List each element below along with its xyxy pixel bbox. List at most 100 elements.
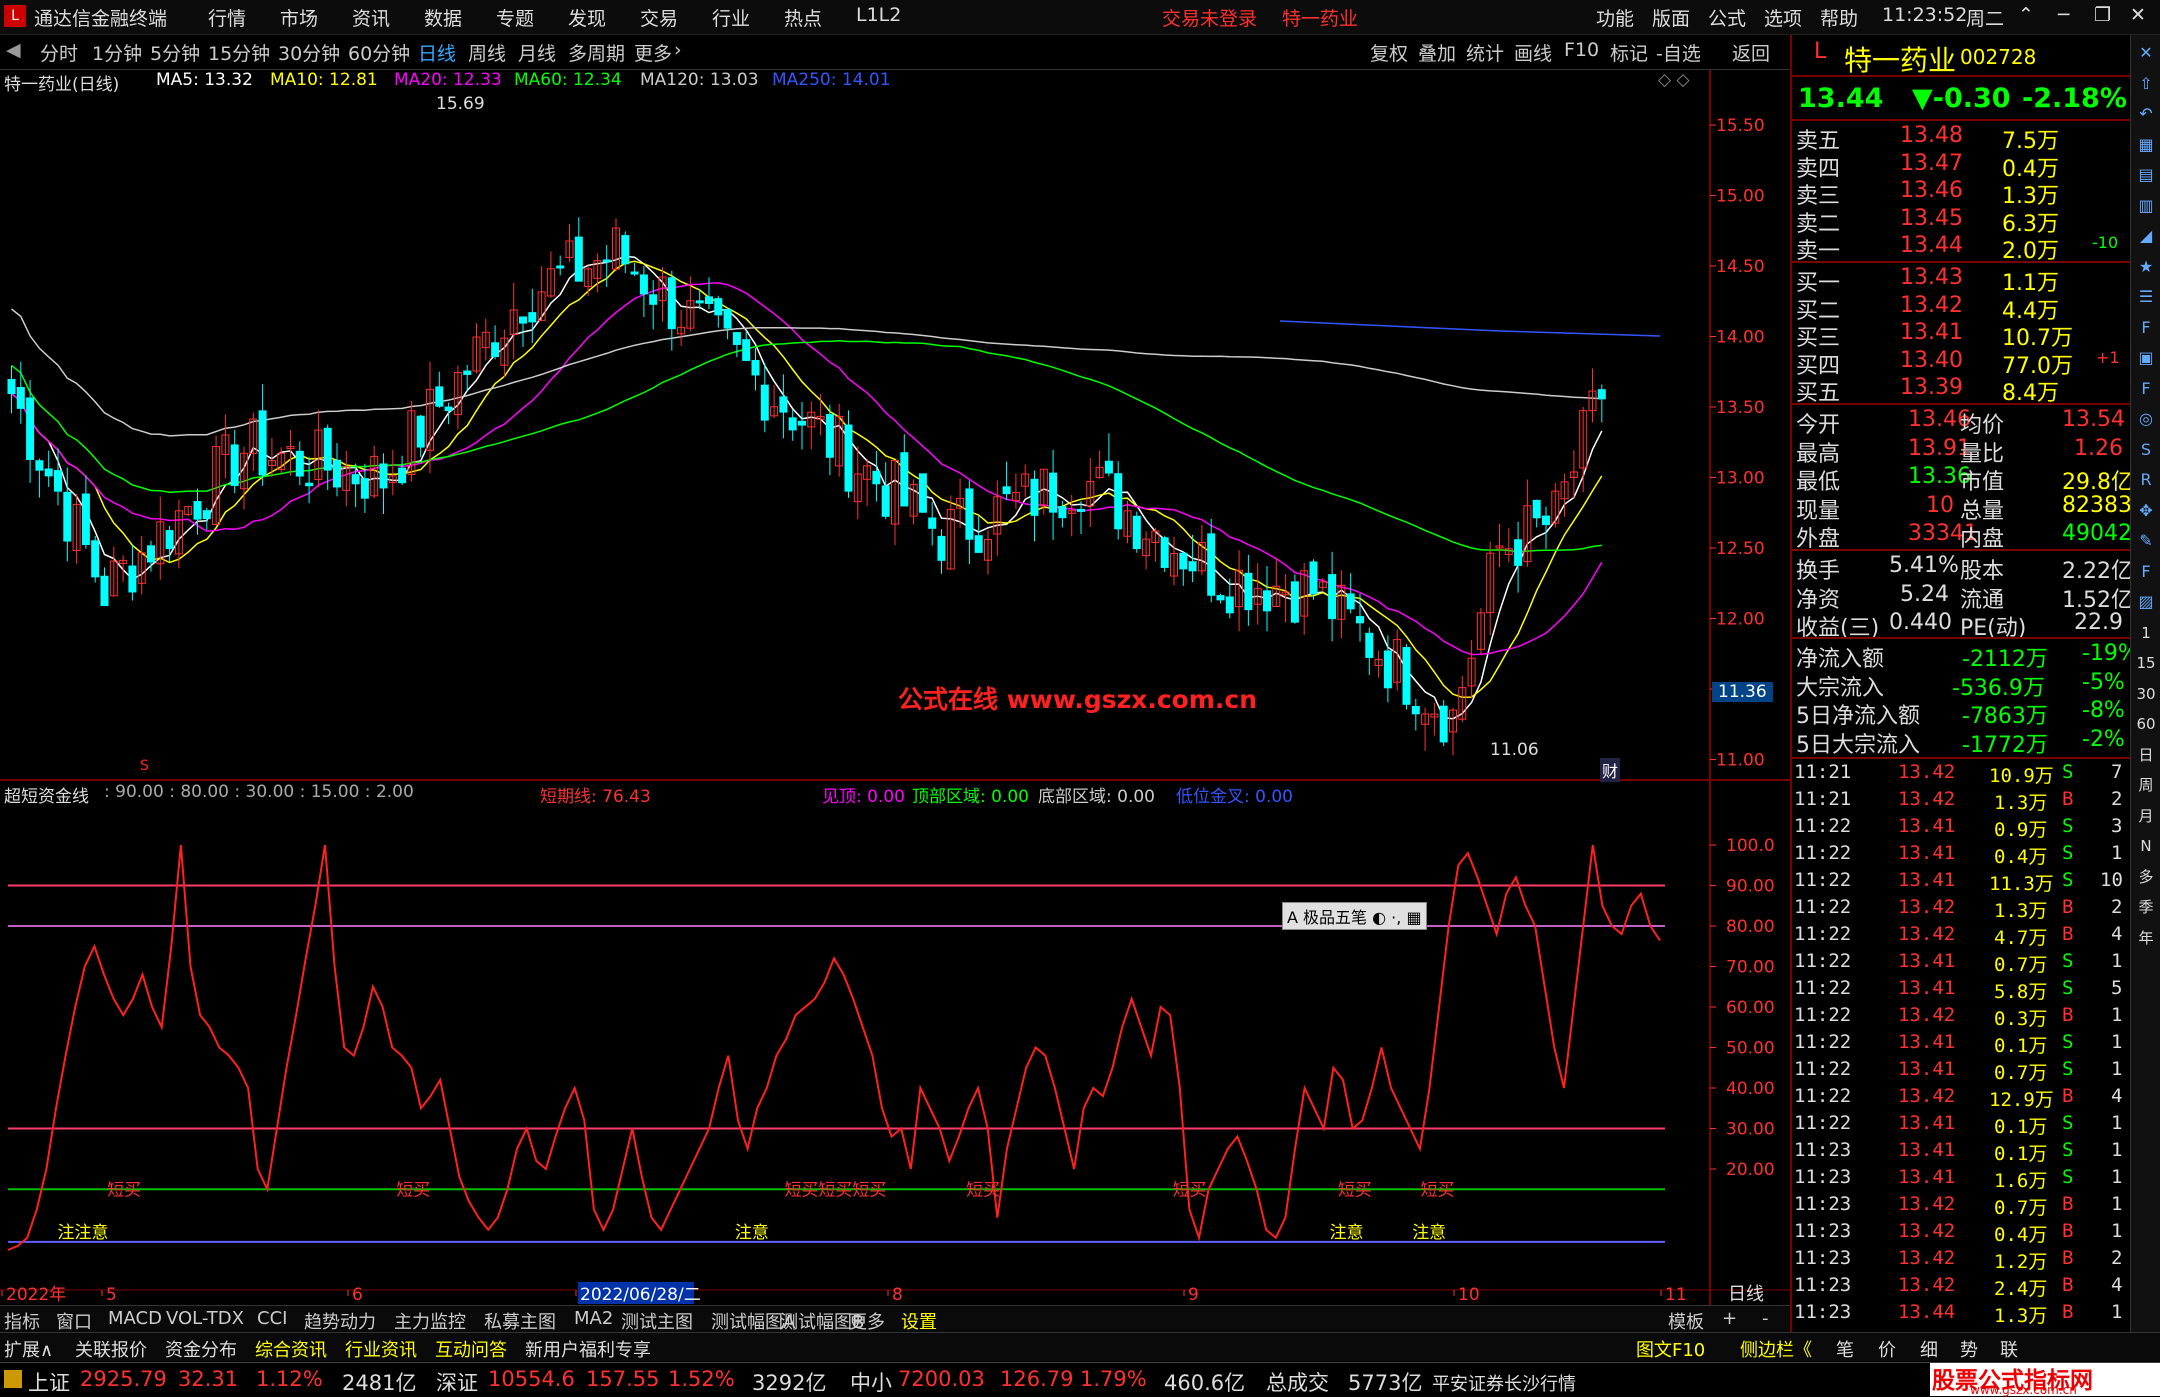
template-button[interactable]: +: [1722, 1308, 1737, 1329]
extension-tab[interactable]: 综合资讯: [255, 1336, 327, 1362]
period-more[interactable]: 更多: [634, 39, 672, 66]
menu-l1l2[interactable]: L1L2: [856, 4, 901, 26]
close-icon[interactable]: ✕: [2134, 41, 2158, 65]
ask-row[interactable]: 卖四 13.47 0.4万: [1792, 151, 2132, 182]
menu-hangqing[interactable]: 行情: [208, 4, 246, 31]
bid-row[interactable]: 买三 13.41 10.7万: [1792, 320, 2132, 351]
tick-row[interactable]: 11:22 13.41 11.3万 S 10: [1792, 869, 2132, 896]
up-arrow-icon[interactable]: ⇧: [2134, 72, 2158, 96]
day-m[interactable]: 月: [2134, 804, 2158, 828]
period-5min[interactable]: 5分钟: [150, 39, 200, 66]
side-tab[interactable]: 细: [1920, 1336, 1938, 1362]
tick-row[interactable]: 11:22 13.41 0.7万 S 1: [1792, 950, 2132, 977]
menu-gongneng[interactable]: 功能: [1596, 4, 1634, 31]
list-icon[interactable]: ☰: [2134, 285, 2158, 309]
tool-diejia[interactable]: 叠加: [1418, 39, 1456, 66]
ask-row[interactable]: 卖一 13.44 2.0万 -10: [1792, 233, 2132, 264]
bid-row[interactable]: 买二 13.42 4.4万: [1792, 293, 2132, 324]
pen-icon[interactable]: ✎: [2134, 529, 2158, 553]
menu-jiaoyi[interactable]: 交易: [640, 4, 678, 31]
side-tab[interactable]: 势: [1960, 1336, 1978, 1362]
kline-chart-area[interactable]: 15.50 15.00 14.50 14.00 13.50 13.00 12.50 12.00…: [0, 70, 1790, 1305]
extension-tab[interactable]: 资金分布: [165, 1336, 237, 1362]
chevron-right-icon[interactable]: ›: [674, 39, 682, 61]
tick-row[interactable]: 11:22 13.41 0.7万 S 1: [1792, 1058, 2132, 1085]
template-button[interactable]: 模板: [1668, 1308, 1704, 1334]
side-tab[interactable]: 图文F10: [1636, 1336, 1705, 1362]
period-weekly[interactable]: 周线: [468, 39, 506, 66]
back-icon[interactable]: ↶: [2134, 102, 2158, 126]
indicator-tab[interactable]: 测试主图: [621, 1308, 693, 1334]
extension-tab[interactable]: 行业资讯: [345, 1336, 417, 1362]
sh-name[interactable]: 上证: [28, 1367, 70, 1397]
indicator-name[interactable]: 超短资金线: [4, 782, 89, 807]
period-1min[interactable]: 1分钟: [92, 39, 142, 66]
day-60[interactable]: 60: [2134, 712, 2158, 736]
tool-biaoji[interactable]: 标记: [1610, 39, 1648, 66]
pin-icon[interactable]: ⌃: [2018, 4, 2034, 26]
cai-tag[interactable]: 财: [1600, 758, 1621, 782]
tool-zixuan[interactable]: -自选: [1656, 39, 1701, 66]
bid-row[interactable]: 买一 13.43 1.1万: [1792, 265, 2132, 296]
tick-row[interactable]: 11:23 13.42 1.2万 B 2: [1792, 1247, 2132, 1274]
chart2-icon[interactable]: ▨: [2134, 590, 2158, 614]
line-icon[interactable]: ◢: [2134, 224, 2158, 248]
side-tab[interactable]: 笔: [1836, 1336, 1854, 1362]
move-icon[interactable]: ✥: [2134, 499, 2158, 523]
side-tab[interactable]: 价: [1878, 1336, 1896, 1362]
bid-row[interactable]: 买四 13.40 77.0万 +1: [1792, 348, 2132, 379]
ime-toolbar[interactable]: A 极品五笔 ◐ ·, ▦: [1282, 902, 1427, 930]
s-icon[interactable]: S: [2134, 438, 2158, 462]
extension-tab[interactable]: 扩展∧: [4, 1336, 53, 1362]
period-30min[interactable]: 30分钟: [278, 39, 340, 66]
day-year[interactable]: 年: [2134, 926, 2158, 950]
tick-row[interactable]: 11:22 13.41 0.4万 S 1: [1792, 842, 2132, 869]
tick-row[interactable]: 11:22 13.41 5.8万 S 5: [1792, 977, 2132, 1004]
market-icon[interactable]: [4, 1370, 22, 1388]
menu-toggle-icon[interactable]: ◀: [6, 39, 21, 61]
tick-row[interactable]: 11:23 13.42 0.4万 B 1: [1792, 1220, 2132, 1247]
tick-row[interactable]: 11:23 13.41 1.6万 S 1: [1792, 1166, 2132, 1193]
f2-icon[interactable]: F: [2134, 377, 2158, 401]
tick-row[interactable]: 11:23 13.41 0.1万 S 1: [1792, 1139, 2132, 1166]
tick-row[interactable]: 11:21 13.42 1.3万 B 2: [1792, 788, 2132, 815]
rsi-icon[interactable]: R: [2134, 468, 2158, 492]
zx-name[interactable]: 中小: [850, 1367, 892, 1397]
tick-row[interactable]: 11:22 13.41 0.1万 S 1: [1792, 1031, 2132, 1058]
day-15[interactable]: 15: [2134, 651, 2158, 675]
period-fenshi[interactable]: 分时: [40, 39, 78, 66]
template-button[interactable]: -: [1762, 1308, 1769, 1329]
tick-row[interactable]: 11:22 13.42 12.9万 B 4: [1792, 1085, 2132, 1112]
period-60min[interactable]: 60分钟: [348, 39, 410, 66]
tick-row[interactable]: 11:22 13.41 0.9万 S 3: [1792, 815, 2132, 842]
indicator-tab[interactable]: 设置: [901, 1308, 937, 1334]
period-15min[interactable]: 15分钟: [208, 39, 270, 66]
tick-row[interactable]: 11:22 13.42 1.3万 B 2: [1792, 896, 2132, 923]
ask-row[interactable]: 卖二 13.45 6.3万: [1792, 206, 2132, 237]
day-1[interactable]: 1: [2134, 621, 2158, 645]
period-monthly[interactable]: 月线: [518, 39, 556, 66]
menu-banmian[interactable]: 版面: [1652, 4, 1690, 31]
bar-icon[interactable]: ▥: [2134, 194, 2158, 218]
tick-row[interactable]: 11:22 13.42 0.3万 B 1: [1792, 1004, 2132, 1031]
tool-fuquan[interactable]: 复权: [1370, 39, 1408, 66]
minimize-icon[interactable]: ─: [2058, 4, 2069, 26]
bid-row[interactable]: 买五 13.39 8.4万: [1792, 375, 2132, 406]
target-icon[interactable]: ◎: [2134, 407, 2158, 431]
period-multi[interactable]: 多周期: [568, 39, 625, 66]
indicator-tab[interactable]: 趋势动力: [304, 1308, 376, 1334]
day-w[interactable]: 周: [2134, 773, 2158, 797]
ask-row[interactable]: 卖五 13.48 7.5万: [1792, 123, 2132, 154]
tick-row[interactable]: 11:22 13.41 0.1万 S 1: [1792, 1112, 2132, 1139]
indicator-tab[interactable]: VOL-TDX: [166, 1308, 244, 1329]
menu-gongshi[interactable]: 公式: [1708, 4, 1746, 31]
side-tab[interactable]: 侧边栏《: [1740, 1336, 1812, 1362]
login-status[interactable]: 交易未登录: [1162, 4, 1257, 31]
menu-redian[interactable]: 热点: [784, 4, 822, 31]
tick-row[interactable]: 11:23 13.42 0.7万 B 1: [1792, 1193, 2132, 1220]
f10-icon[interactable]: F: [2134, 316, 2158, 340]
tool-f10[interactable]: F10: [1564, 39, 1599, 61]
close-window-icon[interactable]: ✕: [2130, 4, 2146, 26]
extension-tab[interactable]: 互动问答: [435, 1336, 507, 1362]
indicator-tab[interactable]: 主力监控: [394, 1308, 466, 1334]
